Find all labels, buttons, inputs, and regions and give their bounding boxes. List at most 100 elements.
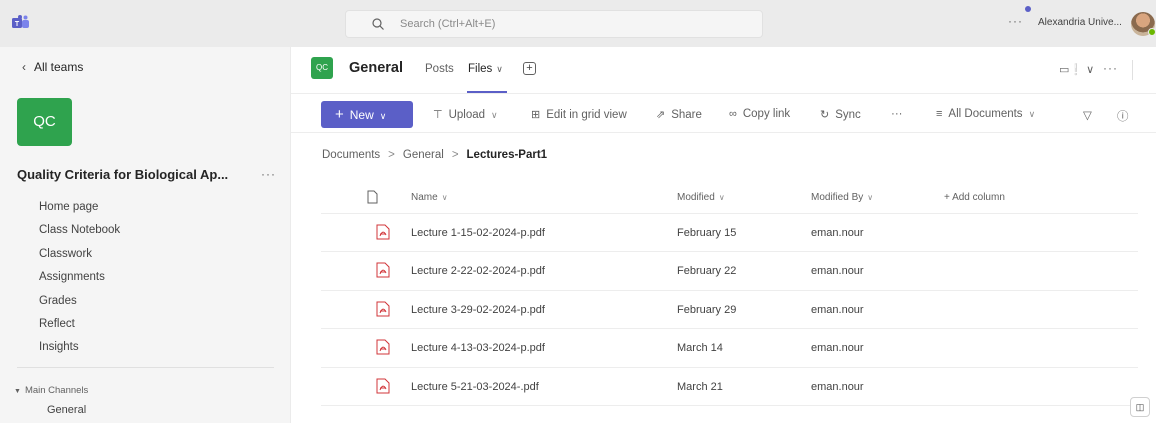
sidebar-item-home-page[interactable]: Home page bbox=[39, 201, 120, 224]
chevron-left-icon: ‹ bbox=[22, 60, 26, 74]
table-row[interactable]: Lecture 2-22-02-2024-p.pdf February 22 ema… bbox=[321, 252, 1138, 291]
breadcrumb: Documents > General > Lectures-Part1 bbox=[322, 149, 547, 161]
search-placeholder: Search (Ctrl+Alt+E) bbox=[400, 18, 496, 30]
file-name[interactable]: Lecture 2-22-02-2024-p.pdf bbox=[411, 265, 545, 277]
pdf-file-icon bbox=[376, 339, 390, 355]
file-name[interactable]: Lecture 5-21-03-2024-.pdf bbox=[411, 381, 539, 393]
breadcrumb-general[interactable]: General bbox=[403, 149, 444, 161]
breadcrumb-documents[interactable]: Documents bbox=[322, 149, 380, 161]
file-name[interactable]: Lecture 4-13-03-2024-p.pdf bbox=[411, 342, 545, 354]
column-modified-label: Modified bbox=[677, 192, 715, 203]
expand-triangle-icon: ▼ bbox=[14, 388, 21, 395]
table-row[interactable]: Lecture 4-13-03-2024-p.pdf March 14 eman.n… bbox=[321, 329, 1138, 368]
search-box[interactable]: Search (Ctrl+Alt+E) bbox=[345, 10, 763, 38]
column-modified[interactable]: Modified ∨ bbox=[677, 192, 725, 203]
column-modified-by-label: Modified By bbox=[811, 192, 864, 203]
sidebar-item-assignments[interactable]: Assignments bbox=[39, 271, 120, 294]
chevron-down-icon: ∨ bbox=[491, 110, 498, 120]
channel-content: QC General Posts Files ∨ + ▭❕ ∨ ··· + New ∨… bbox=[291, 47, 1156, 423]
svg-text:T: T bbox=[15, 21, 20, 28]
divider bbox=[1132, 60, 1133, 80]
pdf-file-icon bbox=[376, 378, 390, 394]
modified-by: eman.nour bbox=[811, 227, 864, 239]
chevron-right-icon: > bbox=[388, 149, 395, 161]
new-button[interactable]: + New ∨ bbox=[321, 101, 413, 128]
add-column-button[interactable]: + Add column bbox=[944, 192, 1005, 203]
share-icon: ⇗ bbox=[656, 109, 666, 121]
team-sidebar: ‹ All teams QC Quality Criteria for Biolo… bbox=[0, 47, 290, 423]
notification-dot-icon bbox=[1025, 6, 1031, 12]
share-button[interactable]: ⇗ Share bbox=[656, 108, 702, 121]
sidebar-item-insights[interactable]: Insights bbox=[39, 341, 120, 364]
sidebar-item-reflect[interactable]: Reflect bbox=[39, 318, 120, 341]
divider bbox=[17, 367, 274, 368]
file-name[interactable]: Lecture 3-29-02-2024-p.pdf bbox=[411, 304, 545, 316]
grid-icon: ⊞ bbox=[531, 109, 541, 121]
channel-title: General bbox=[349, 60, 403, 76]
org-name[interactable]: Alexandria Unive... bbox=[1038, 17, 1122, 28]
tab-files[interactable]: Files ∨ bbox=[468, 63, 503, 75]
main-channels-label: Main Channels bbox=[24, 385, 89, 396]
team-avatar: QC bbox=[17, 98, 72, 146]
sidebar-item-classwork[interactable]: Classwork bbox=[39, 248, 120, 271]
add-tab-icon[interactable]: + bbox=[523, 62, 536, 75]
chevron-down-icon: ∨ bbox=[718, 193, 725, 202]
column-name[interactable]: Name ∨ bbox=[411, 192, 448, 203]
team-more-icon[interactable]: ··· bbox=[261, 167, 276, 181]
view-selector[interactable]: ≡ All Documents ∨ bbox=[936, 108, 1035, 120]
search-icon bbox=[372, 18, 384, 30]
table-row[interactable]: Lecture 3-29-02-2024-p.pdf February 29 ema… bbox=[321, 291, 1138, 330]
file-table: Name ∨ Modified ∨ Modified By ∨ + Add colum… bbox=[321, 182, 1138, 406]
channel-header: QC General Posts Files ∨ + ▭❕ ∨ ··· bbox=[291, 47, 1156, 93]
modified-by: eman.nour bbox=[811, 303, 864, 316]
channel-item-general[interactable]: General bbox=[47, 404, 86, 416]
sidebar-item-class-notebook[interactable]: Class Notebook bbox=[39, 224, 120, 247]
presence-status-icon bbox=[1148, 28, 1156, 36]
channel-more-icon[interactable]: ··· bbox=[1103, 61, 1118, 75]
chevron-down-icon: ∨ bbox=[496, 64, 503, 74]
teams-logo-icon[interactable]: T bbox=[12, 15, 30, 31]
view-label: All Documents bbox=[948, 108, 1023, 120]
all-teams-link[interactable]: ‹ All teams bbox=[22, 60, 83, 74]
edit-grid-button[interactable]: ⊞ Edit in grid view bbox=[531, 108, 627, 121]
command-bar: + New ∨ ⊤ Upload ∨ ⊞ Edit in grid view ⇗ Share… bbox=[291, 93, 1156, 133]
table-row[interactable]: Lecture 1-15-02-2024-p.pdf February 15 ema… bbox=[321, 214, 1138, 253]
chevron-down-icon: ∨ bbox=[1028, 109, 1036, 119]
new-label: New bbox=[349, 108, 374, 122]
copy-link-button[interactable]: ∞ Copy link bbox=[729, 108, 790, 120]
info-icon[interactable]: ⓘ bbox=[1117, 108, 1129, 124]
upload-icon: ⊤ bbox=[433, 109, 443, 121]
modified-date: February 22 bbox=[677, 265, 737, 278]
tab-files-label: Files bbox=[468, 63, 493, 75]
column-modified-by[interactable]: Modified By ∨ bbox=[811, 192, 873, 203]
filter-icon[interactable]: ▽ bbox=[1083, 108, 1092, 122]
sync-label: Sync bbox=[835, 109, 861, 121]
sidebar-item-grades[interactable]: Grades bbox=[39, 295, 120, 318]
chevron-down-icon: ∨ bbox=[867, 193, 874, 202]
copy-link-label: Copy link bbox=[742, 108, 791, 120]
modified-date: March 14 bbox=[677, 342, 723, 355]
pdf-file-icon bbox=[376, 224, 390, 240]
modified-date: February 15 bbox=[677, 227, 737, 239]
file-type-icon[interactable] bbox=[367, 190, 378, 204]
table-row[interactable]: Lecture 5-21-03-2024-.pdf March 21 eman.no… bbox=[321, 368, 1138, 406]
team-name[interactable]: Quality Criteria for Biological Ap... bbox=[17, 167, 228, 182]
team-nav: Home page Class Notebook Classwork Assig… bbox=[39, 201, 120, 365]
edit-grid-label: Edit in grid view bbox=[546, 109, 627, 121]
plus-icon: + bbox=[335, 106, 344, 123]
chevron-down-icon: ∨ bbox=[379, 111, 387, 121]
main-channels-header[interactable]: ▼ Main Channels bbox=[14, 385, 88, 396]
more-options-icon[interactable]: ··· bbox=[1008, 14, 1023, 28]
meet-video-icon[interactable]: ▭❕ ∨ bbox=[1059, 63, 1094, 76]
table-body: Lecture 1-15-02-2024-p.pdf February 15 ema… bbox=[321, 214, 1138, 406]
file-name[interactable]: Lecture 1-15-02-2024-p.pdf bbox=[411, 227, 545, 239]
link-icon: ∞ bbox=[729, 108, 737, 120]
pdf-file-icon bbox=[376, 301, 390, 317]
translate-icon[interactable]: ◫ bbox=[1130, 397, 1150, 417]
channel-team-avatar: QC bbox=[311, 57, 333, 79]
modified-date: March 21 bbox=[677, 380, 723, 393]
more-commands-icon[interactable]: ··· bbox=[891, 108, 903, 120]
upload-button[interactable]: ⊤ Upload ∨ bbox=[433, 108, 498, 121]
sync-button[interactable]: ↻ Sync bbox=[820, 108, 861, 121]
tab-posts[interactable]: Posts bbox=[425, 63, 454, 75]
